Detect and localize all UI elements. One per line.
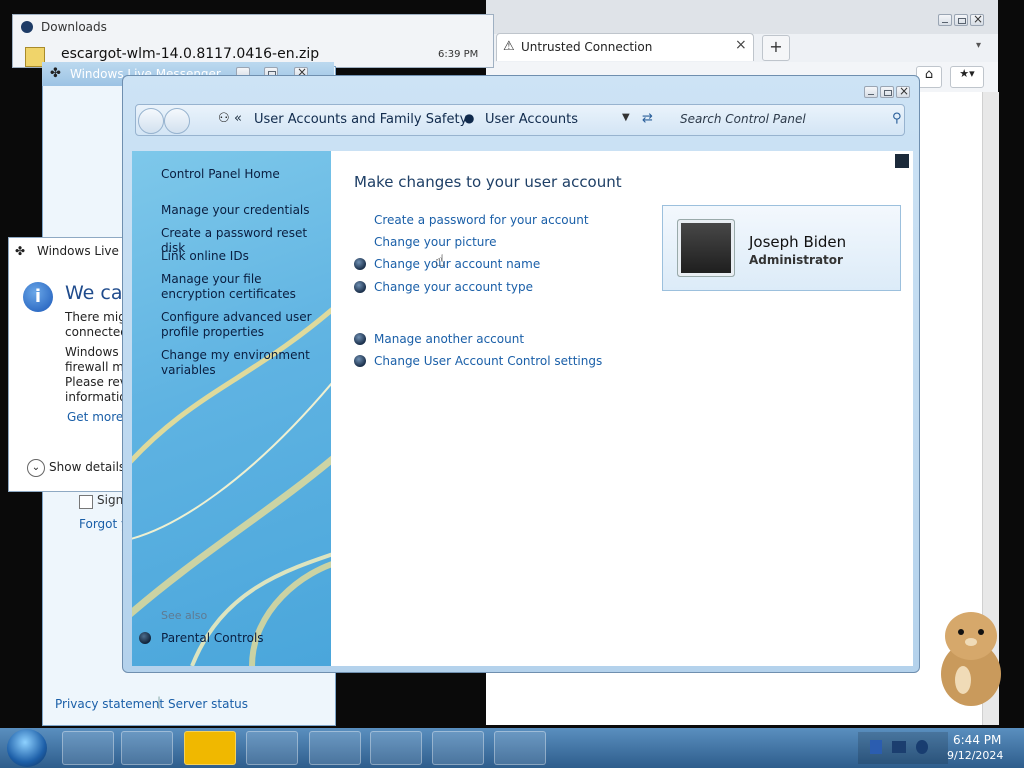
breadcrumb-sep: « — [234, 111, 242, 126]
shield-icon — [354, 281, 366, 293]
maximize-button[interactable] — [880, 86, 894, 98]
uac-settings-link[interactable]: Change User Account Control settings — [374, 354, 602, 368]
minimize-button[interactable] — [864, 86, 878, 98]
show-details-button[interactable]: Show details — [49, 460, 125, 474]
messenger-icon: ✤ — [50, 66, 61, 81]
get-more-link[interactable]: Get more i — [67, 410, 130, 424]
sidebar-item-file-encryption[interactable]: Manage your file encryption certificates — [161, 272, 321, 302]
tab-list-icon[interactable]: ▾ — [976, 40, 981, 51]
taskbar-media-player-icon[interactable] — [121, 731, 173, 765]
change-picture-link[interactable]: Change your picture — [374, 235, 496, 249]
downloads-window: Downloads escargot-wlm-14.0.8117.0416-en… — [12, 14, 494, 68]
sidebar-item-environment-variables[interactable]: Change my environment variables — [161, 348, 321, 378]
tab-untrusted-connection[interactable]: ⚠ Untrusted Connection × — [496, 33, 754, 61]
sign-label: Sign — [97, 493, 124, 507]
tray-shield-icon[interactable] — [870, 740, 882, 754]
downloads-title: Downloads — [41, 20, 107, 34]
new-tab-button[interactable]: + — [762, 35, 790, 61]
tray-network-icon[interactable] — [892, 741, 906, 753]
taskbar-7zip-icon[interactable] — [309, 731, 361, 765]
download-time: 6:39 PM — [438, 49, 479, 60]
close-tab-icon[interactable]: × — [735, 37, 747, 53]
tab-title: Untrusted Connection — [521, 40, 653, 54]
account-name: Joseph Biden — [749, 233, 847, 251]
sidebar-item-advanced-profile[interactable]: Configure advanced user profile properti… — [161, 310, 321, 340]
user-accounts-icon: ⚇ — [218, 111, 230, 126]
clock-time[interactable]: 6:44 PM — [953, 733, 1001, 747]
info-icon: i — [23, 282, 53, 312]
help-icon[interactable] — [895, 154, 909, 168]
search-input[interactable]: Search Control Panel — [680, 112, 806, 126]
system-tray — [858, 732, 948, 764]
chevron-down-icon[interactable]: ⌄ — [27, 459, 45, 477]
create-password-link[interactable]: Create a password for your account — [374, 213, 589, 227]
refresh-icon[interactable]: ⇄ — [642, 111, 653, 126]
manage-another-account-link[interactable]: Manage another account — [374, 332, 524, 346]
control-panel-window: ⚇ « User Accounts and Family Safety ● Us… — [122, 75, 920, 673]
tray-volume-icon[interactable] — [916, 740, 928, 754]
sidebar-item-manage-credentials[interactable]: Manage your credentials — [161, 203, 321, 218]
shield-icon — [354, 333, 366, 345]
download-file-name[interactable]: escargot-wlm-14.0.8117.0416-en.zip — [61, 46, 319, 62]
shield-icon — [354, 258, 366, 270]
change-account-type-link[interactable]: Change your account type — [374, 280, 533, 294]
page-title: Make changes to your user account — [354, 173, 622, 191]
account-role: Administrator — [749, 253, 843, 267]
maximize-button[interactable] — [954, 14, 968, 26]
see-also-label: See also — [161, 609, 208, 622]
message-line: Please revi — [65, 375, 131, 389]
sign-in-checkbox[interactable] — [79, 495, 93, 509]
close-button[interactable] — [896, 84, 910, 98]
forgot-link[interactable]: Forgot y — [79, 517, 128, 531]
taskbar-globe-icon[interactable] — [184, 731, 236, 765]
hamster-mascot — [941, 612, 1001, 706]
taskbar-firefox-icon[interactable] — [246, 731, 298, 765]
breadcrumb-user-accounts[interactable]: User Accounts — [485, 112, 578, 127]
mouse-cursor-icon: ☝ — [435, 251, 445, 270]
message-line: Windows L — [65, 345, 130, 359]
start-button[interactable] — [7, 729, 47, 767]
taskbar-messenger-icon[interactable] — [432, 731, 484, 765]
address-bar: ⚇ « User Accounts and Family Safety ● Us… — [135, 104, 905, 136]
taskbar-monitor-icon[interactable] — [62, 731, 114, 765]
close-button[interactable] — [970, 12, 984, 26]
sidebar-item-control-panel-home[interactable]: Control Panel Home — [161, 167, 321, 182]
sidebar-item-parental-controls[interactable]: Parental Controls — [161, 631, 321, 646]
breadcrumb-user-accounts-family[interactable]: User Accounts and Family Safety — [254, 112, 467, 127]
divider: | — [157, 695, 162, 709]
minimize-button[interactable] — [938, 14, 952, 26]
breadcrumb-dot: ● — [464, 111, 475, 125]
windows-live-message: ✤ Windows Live M i We can There migh con… — [8, 237, 136, 492]
main-content: Make changes to your user account Create… — [331, 151, 913, 666]
taskbar-network-monitor-icon[interactable] — [494, 731, 546, 765]
messenger-small-icon: ✤ — [15, 244, 26, 258]
parental-controls-icon — [139, 632, 151, 644]
server-status-link[interactable]: Server status — [168, 697, 248, 711]
avatar[interactable] — [677, 219, 735, 277]
clock-date[interactable]: 9/12/2024 — [947, 749, 1003, 762]
address-dropdown-icon[interactable]: ▼ — [622, 112, 630, 123]
downloads-icon — [21, 21, 33, 33]
change-account-name-link[interactable]: Change your account name — [374, 257, 540, 271]
message-title: Windows Live M — [37, 244, 134, 258]
taskbar-wand-icon[interactable] — [370, 731, 422, 765]
privacy-link[interactable]: Privacy statement — [55, 697, 164, 711]
search-icon[interactable]: ⚲ — [892, 111, 902, 126]
browser-titlebar — [486, 0, 998, 34]
message-line: connected — [65, 325, 128, 339]
sidebar-item-link-online-ids[interactable]: Link online IDs — [161, 249, 321, 264]
warning-icon: ⚠ — [503, 39, 515, 54]
sidebar: Control Panel Home Manage your credentia… — [132, 151, 331, 666]
forward-button[interactable] — [164, 108, 190, 134]
message-line: informatio — [65, 390, 127, 404]
bookmark-icon[interactable]: ★▾ — [950, 66, 984, 88]
account-card: Joseph Biden Administrator — [662, 205, 901, 291]
shield-icon — [354, 355, 366, 367]
back-button[interactable] — [138, 108, 164, 134]
